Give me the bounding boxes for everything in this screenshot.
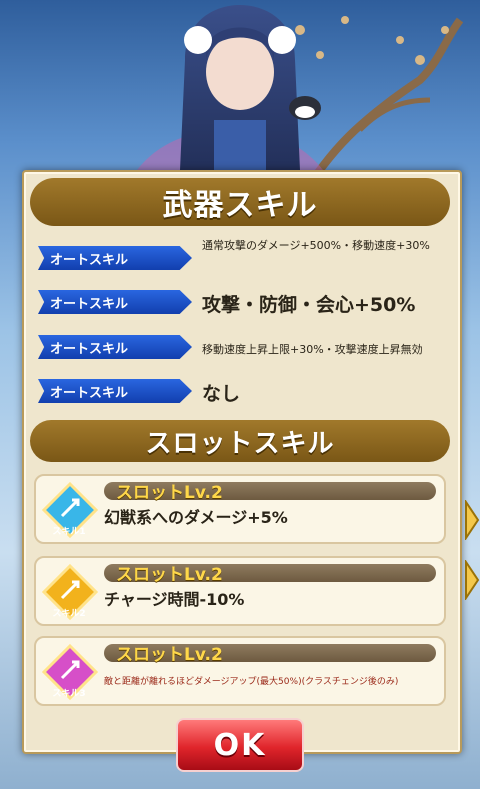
weapon-skill-title: 武器スキル bbox=[162, 188, 318, 223]
slot-skill-card: スキル2 スロットLv.2 チャージ時間-10% bbox=[34, 556, 446, 626]
slot-skill-card: スキル1 スロットLv.2 幻獣系へのダメージ+5% bbox=[34, 474, 446, 544]
slot-level: スロットLv.2 bbox=[116, 565, 223, 585]
skill-badge: スキル2 bbox=[52, 609, 86, 619]
slot-skill-description: 敵と距離が離れるほどダメージアップ(最大50%)(クラスチェンジ後のみ) bbox=[104, 677, 399, 687]
auto-skill-tag: オートスキル bbox=[38, 335, 192, 359]
auto-skill-description: 移動速度上昇上限+30%・攻撃速度上昇無効 bbox=[202, 343, 423, 356]
slot-skill-title: スロットスキル bbox=[145, 428, 335, 459]
ok-button[interactable]: OK bbox=[176, 718, 304, 772]
slot-skill-description: 幻獣系へのダメージ+5% bbox=[104, 508, 288, 527]
slot-level: スロットLv.2 bbox=[116, 483, 223, 503]
weapon-skill-header: 武器スキル bbox=[30, 178, 450, 226]
skill-badge: スキル3 bbox=[52, 689, 86, 699]
auto-skill-description: 通常攻撃のダメージ+500%・移動速度+30% bbox=[202, 239, 430, 252]
slot-skill-card: スキル3 スロットLv.2 敵と距離が離れるほどダメージアップ(最大50%)(ク… bbox=[34, 636, 446, 706]
slot-level: スロットLv.2 bbox=[116, 645, 223, 665]
auto-skill-row: オートスキル 攻撃・防御・会心+50% bbox=[38, 284, 448, 318]
next-arrow-icon[interactable] bbox=[464, 500, 480, 540]
auto-skill-row: オートスキル 移動速度上昇上限+30%・攻撃速度上昇無効 bbox=[38, 329, 448, 363]
auto-skill-tag: オートスキル bbox=[38, 379, 192, 403]
skill-badge: スキル1 bbox=[52, 527, 86, 537]
auto-skill-tag: オートスキル bbox=[38, 290, 192, 314]
auto-skill-row: オートスキル なし bbox=[38, 373, 448, 407]
slot-skill-description: チャージ時間-10% bbox=[104, 590, 245, 609]
auto-skill-description: なし bbox=[202, 383, 241, 405]
auto-skill-tag: オートスキル bbox=[38, 246, 192, 270]
slot-skill-header: スロットスキル bbox=[30, 420, 450, 462]
auto-skill-row: オートスキル 通常攻撃のダメージ+500%・移動速度+30% bbox=[38, 240, 448, 274]
next-arrow-icon[interactable] bbox=[464, 560, 480, 600]
auto-skill-description: 攻撃・防御・会心+50% bbox=[202, 294, 416, 316]
